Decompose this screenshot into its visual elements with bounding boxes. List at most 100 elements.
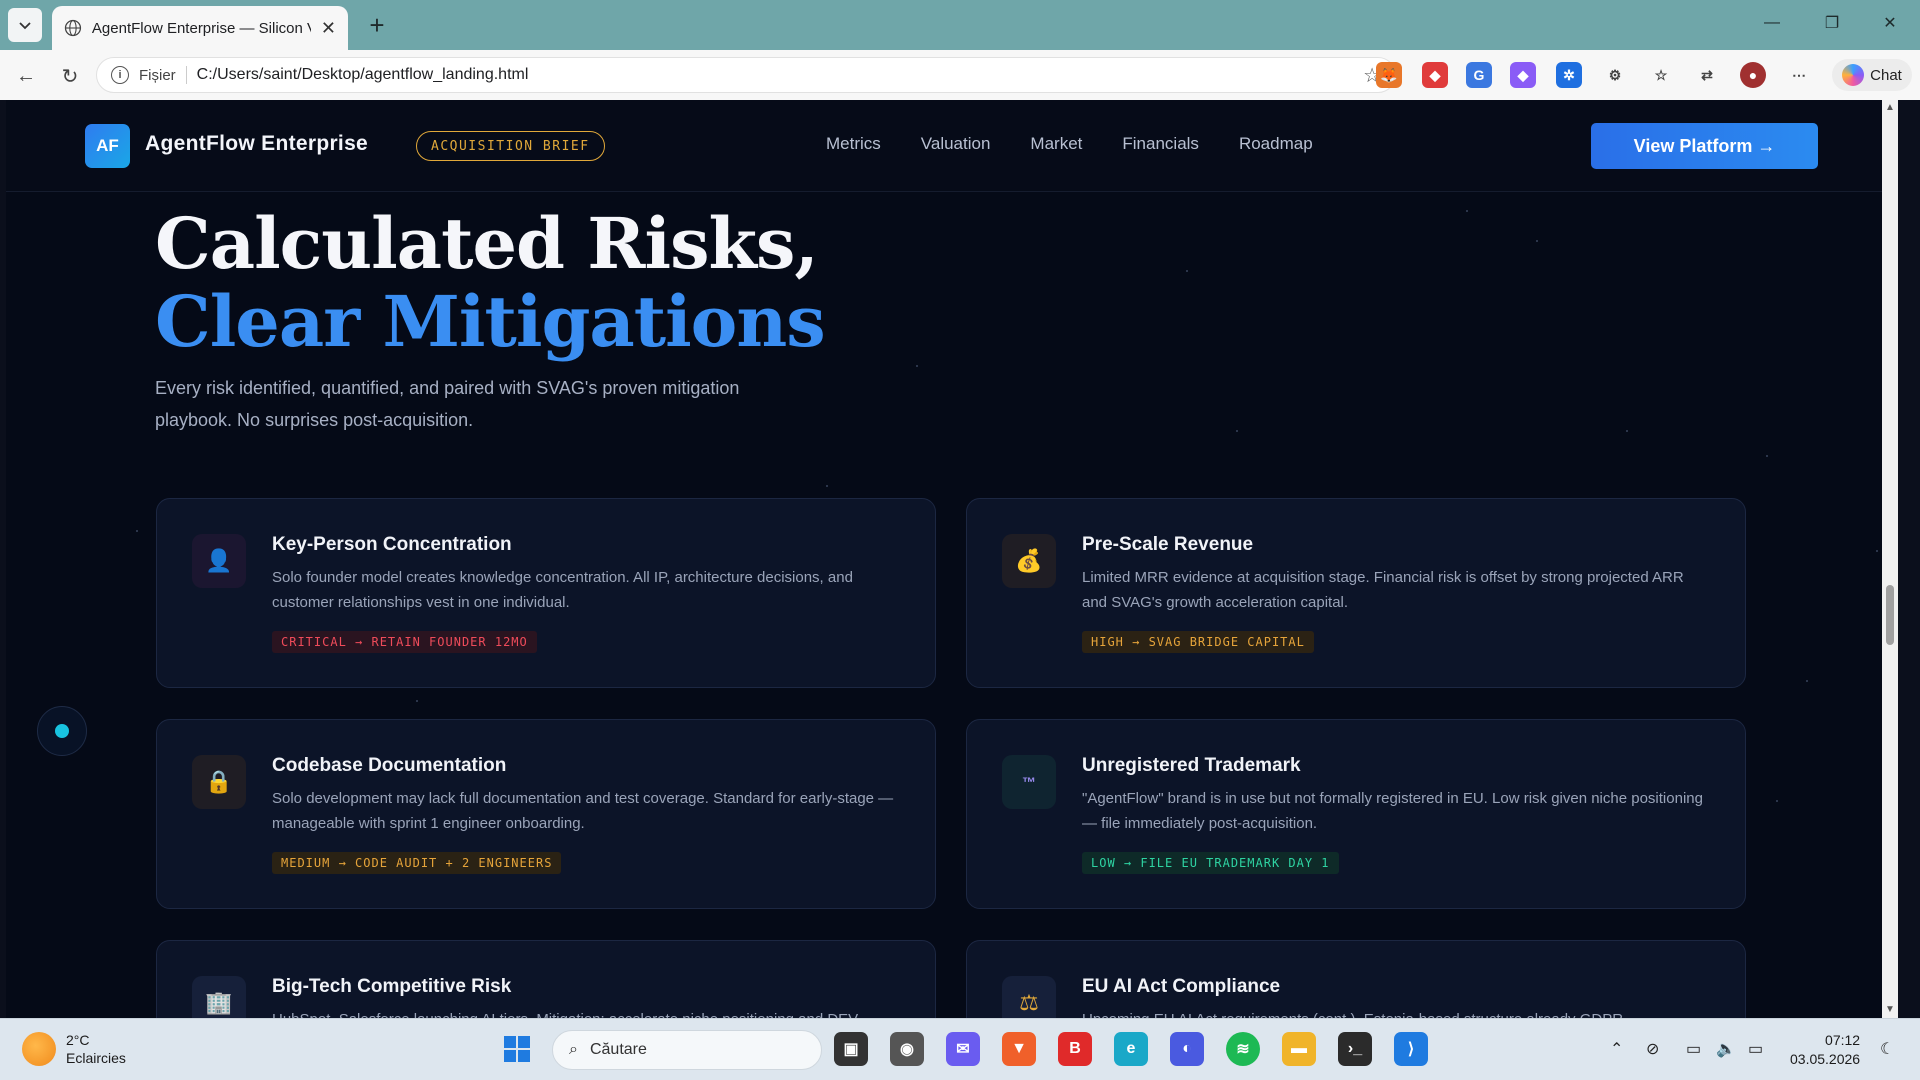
close-window-button[interactable]: ✕ bbox=[1862, 8, 1918, 38]
b-app-icon[interactable]: B bbox=[1058, 1032, 1092, 1066]
risk-card-unregistered-trademark[interactable]: ™ Unregistered Trademark "AgentFlow" bra… bbox=[966, 719, 1746, 909]
network-off-icon[interactable]: ⊘ bbox=[1646, 1039, 1659, 1059]
search-icon: ⌕ bbox=[569, 1041, 578, 1058]
more-options-icon[interactable]: ⋯ bbox=[1786, 62, 1812, 88]
tab-title: AgentFlow Enterprise — Silicon Va bbox=[91, 19, 311, 37]
acquisition-brief-badge: ACQUISITION BRIEF bbox=[416, 131, 605, 161]
spotify-icon[interactable]: ≋ bbox=[1226, 1032, 1260, 1066]
nav-link-roadmap[interactable]: Roadmap bbox=[1239, 134, 1313, 154]
system-clock[interactable]: 07:12 03.05.2026 bbox=[1790, 1031, 1860, 1069]
battery-icon[interactable]: ▭ bbox=[1748, 1039, 1763, 1059]
profile-avatar[interactable]: ● bbox=[1740, 62, 1766, 88]
risk-card-description: Solo development may lack full documenta… bbox=[272, 790, 894, 832]
risk-card-title: Unregistered Trademark bbox=[1082, 755, 1301, 776]
scheme-label: Fișier bbox=[139, 66, 176, 84]
weather-widget[interactable]: 2°C Eclaircies bbox=[22, 1031, 126, 1067]
favorites-icon[interactable]: ☆ bbox=[1648, 62, 1674, 88]
risk-card-description: "AgentFlow" brand is in use but not form… bbox=[1082, 790, 1703, 832]
risk-card-title: Big-Tech Competitive Risk bbox=[272, 976, 512, 997]
search-placeholder: Căutare bbox=[589, 1041, 647, 1058]
camera-icon[interactable]: ◉ bbox=[890, 1032, 924, 1066]
file-explorer-icon[interactable]: ▬ bbox=[1282, 1032, 1316, 1066]
terminal-icon[interactable]: ›_ bbox=[1338, 1032, 1372, 1066]
edge-browser-icon[interactable]: e bbox=[1114, 1032, 1148, 1066]
translate-extension-icon[interactable]: G bbox=[1466, 62, 1492, 88]
nav-link-metrics[interactable]: Metrics bbox=[826, 134, 881, 154]
copilot-icon bbox=[1842, 64, 1865, 86]
logo-badge[interactable]: AF bbox=[85, 124, 130, 168]
minimize-button[interactable]: — bbox=[1744, 8, 1800, 38]
nav-link-financials[interactable]: Financials bbox=[1122, 134, 1199, 154]
task-view-icon[interactable]: ▣ bbox=[834, 1032, 868, 1066]
mail-icon[interactable]: ✉ bbox=[946, 1032, 980, 1066]
reload-button[interactable]: ↻ bbox=[56, 62, 84, 90]
volume-icon[interactable]: 🔈 bbox=[1716, 1039, 1736, 1059]
scroll-up-icon[interactable]: ▲ bbox=[1885, 102, 1895, 113]
risk-card-eu-ai-act[interactable]: ⚖ EU AI Act Compliance Upcoming EU AI Ac… bbox=[966, 940, 1746, 1018]
page-scrollbar[interactable]: ▲ ▼ bbox=[1882, 100, 1898, 1018]
extensions-puzzle-icon[interactable]: ⚙ bbox=[1602, 62, 1628, 88]
weather-sun-icon bbox=[22, 1032, 56, 1066]
start-windows-icon[interactable] bbox=[500, 1032, 534, 1066]
scroll-down-icon[interactable]: ▼ bbox=[1885, 1004, 1895, 1015]
info-icon[interactable]: i bbox=[111, 66, 129, 84]
risk-severity-tag: MEDIUM → CODE AUDIT + 2 ENGINEERS bbox=[272, 852, 562, 874]
risk-card-key-person[interactable]: 👤 Key-Person Concentration Solo founder … bbox=[156, 498, 936, 688]
tray-overflow-icon[interactable]: ⌃ bbox=[1610, 1039, 1623, 1059]
chat-label: Chat bbox=[1870, 66, 1902, 84]
chat-app-icon[interactable]: ◐ bbox=[1170, 1032, 1204, 1066]
money-bag-icon: 💰 bbox=[1002, 534, 1056, 588]
risk-severity-tag: CRITICAL → RETAIN FOUNDER 12MO bbox=[272, 631, 537, 653]
hero-title-line2: Clear Mitigations bbox=[155, 280, 826, 363]
browser-tab-active[interactable]: AgentFlow Enterprise — Silicon Va ✕ bbox=[52, 6, 348, 50]
tab-list-button[interactable] bbox=[8, 8, 42, 42]
risk-card-codebase-documentation[interactable]: 🔒 Codebase Documentation Solo developmen… bbox=[156, 719, 936, 909]
brand-name[interactable]: AgentFlow Enterprise bbox=[145, 132, 368, 156]
display-icon[interactable]: ▭ bbox=[1686, 1039, 1701, 1059]
hero-title: Calculated Risks, Clear Mitigations bbox=[155, 202, 826, 363]
site-header: AF AgentFlow Enterprise ACQUISITION BRIE… bbox=[6, 100, 1898, 192]
extension-purple-icon[interactable]: ◆ bbox=[1510, 62, 1536, 88]
scales-icon: ⚖ bbox=[1002, 976, 1056, 1018]
scroll-thumb[interactable] bbox=[1886, 585, 1894, 645]
nav-link-market[interactable]: Market bbox=[1030, 134, 1082, 154]
hero-title-line1: Calculated Risks, bbox=[155, 202, 819, 285]
risk-card-title: Pre-Scale Revenue bbox=[1082, 534, 1254, 555]
site-nav-links: Metrics Valuation Market Financials Road… bbox=[826, 134, 1313, 154]
weather-condition: Eclaircies bbox=[66, 1050, 126, 1066]
back-button[interactable]: ← bbox=[12, 62, 40, 90]
metamask-extension-icon[interactable]: 🦊 bbox=[1376, 62, 1402, 88]
collections-icon[interactable]: ⇄ bbox=[1694, 62, 1720, 88]
nav-link-valuation[interactable]: Valuation bbox=[921, 134, 991, 154]
person-icon: 👤 bbox=[192, 534, 246, 588]
address-bar[interactable]: i Fișier C:/Users/saint/Desktop/agentflo… bbox=[96, 57, 1396, 93]
taskbar-search[interactable]: ⌕ Căutare bbox=[552, 1030, 822, 1070]
browser-toolbar: ← ↻ i Fișier C:/Users/saint/Desktop/agen… bbox=[0, 50, 1920, 100]
globe-icon bbox=[64, 19, 82, 37]
weather-temperature: 2°C bbox=[66, 1032, 90, 1048]
chevron-down-icon bbox=[19, 22, 31, 30]
vscode-icon[interactable]: ⟩ bbox=[1394, 1032, 1428, 1066]
url-text[interactable]: C:/Users/saint/Desktop/agentflow_landing… bbox=[197, 66, 529, 84]
extension-blue-icon[interactable]: ✲ bbox=[1556, 62, 1582, 88]
close-tab-icon[interactable]: ✕ bbox=[321, 18, 336, 39]
view-platform-button[interactable]: View Platform → bbox=[1591, 123, 1818, 169]
risk-card-description: HubSpot, Salesforce launching AI tiers. … bbox=[272, 1007, 902, 1018]
restore-button[interactable]: ❐ bbox=[1804, 8, 1860, 38]
notifications-icon[interactable]: ☾ bbox=[1880, 1039, 1894, 1059]
browser-tab-bar: AgentFlow Enterprise — Silicon Va ✕ + — … bbox=[0, 0, 1920, 50]
risk-card-pre-scale-revenue[interactable]: 💰 Pre-Scale Revenue Limited MRR evidence… bbox=[966, 498, 1746, 688]
clock-date: 03.05.2026 bbox=[1790, 1051, 1861, 1067]
address-divider bbox=[185, 66, 187, 84]
new-tab-button[interactable]: + bbox=[362, 10, 392, 40]
page-viewport: AF AgentFlow Enterprise ACQUISITION BRIE… bbox=[6, 100, 1898, 1018]
risk-severity-tag: HIGH → SVAG BRIDGE CAPITAL bbox=[1082, 631, 1314, 653]
risk-card-title: EU AI Act Compliance bbox=[1082, 976, 1281, 997]
risk-card-big-tech[interactable]: 🏢 Big-Tech Competitive Risk HubSpot, Sal… bbox=[156, 940, 936, 1018]
floating-status-button[interactable] bbox=[37, 706, 87, 756]
risk-severity-tag: LOW → FILE EU TRADEMARK DAY 1 bbox=[1082, 852, 1339, 874]
copilot-chat-button[interactable]: Chat bbox=[1832, 59, 1912, 91]
brave-browser-icon[interactable]: ▼ bbox=[1002, 1032, 1036, 1066]
risk-card-description: Solo founder model creates knowledge con… bbox=[272, 569, 853, 611]
extension-red-icon[interactable]: ◆ bbox=[1422, 62, 1448, 88]
